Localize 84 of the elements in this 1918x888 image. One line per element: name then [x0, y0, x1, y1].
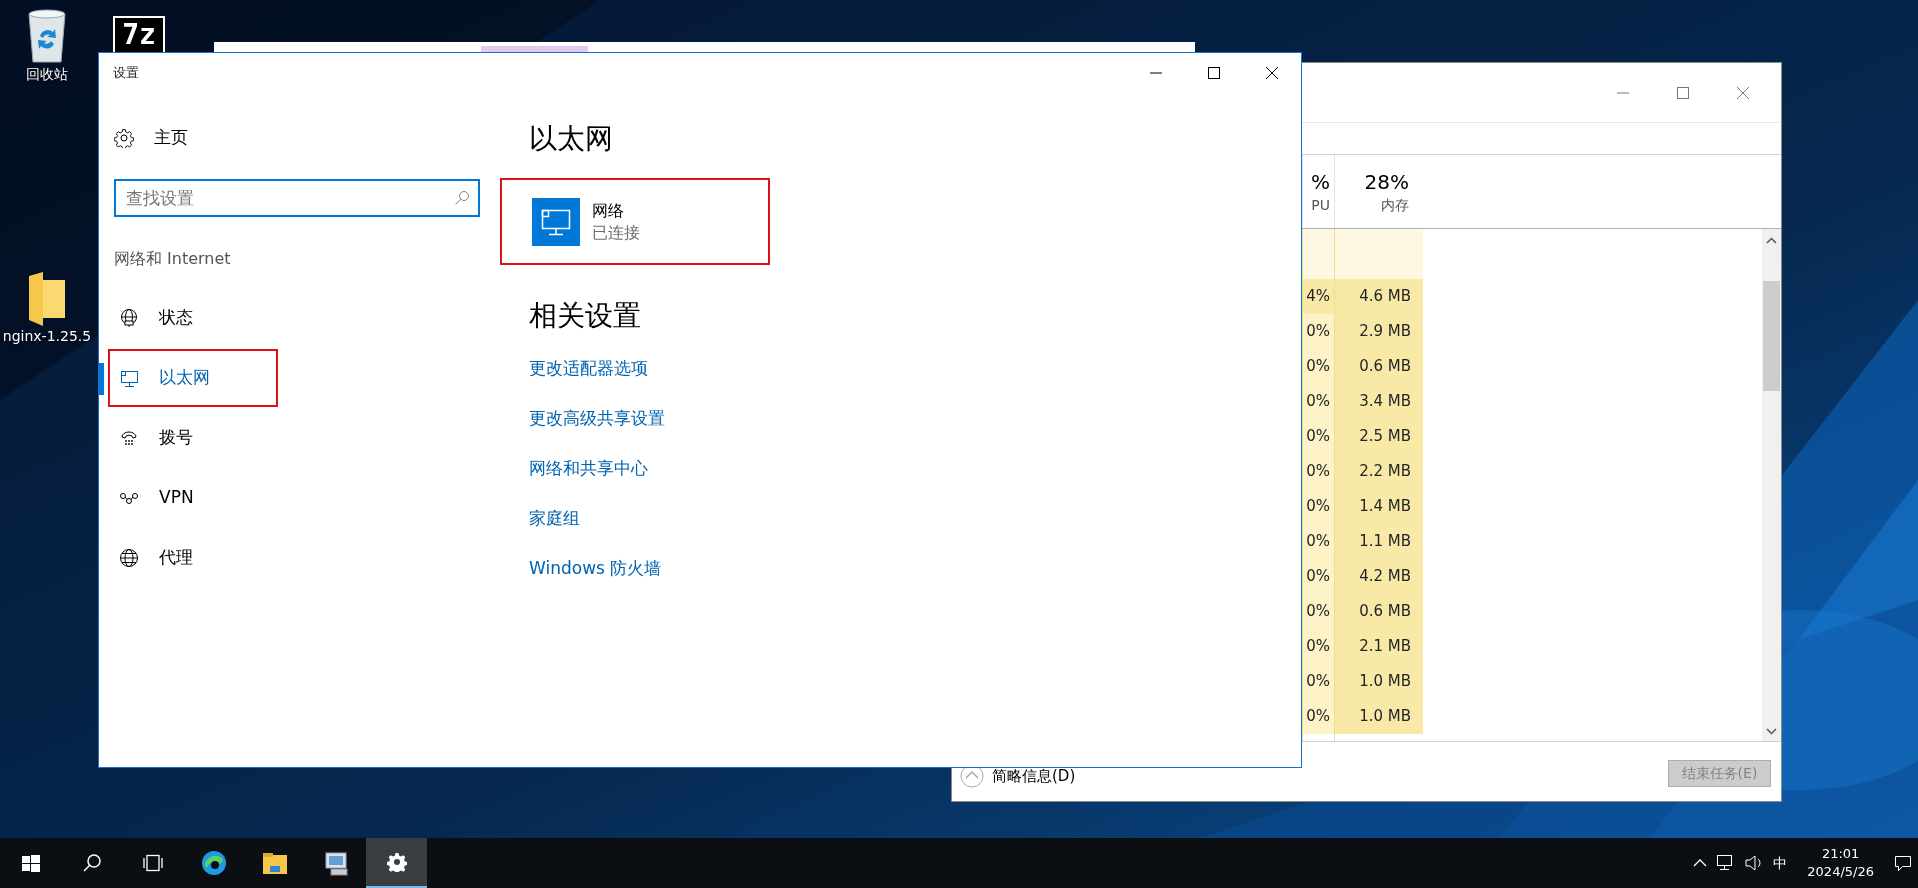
table-cell: 0% — [1303, 349, 1334, 384]
table-cell: 0% — [1303, 454, 1334, 489]
selection-indicator — [99, 363, 104, 395]
table-cell: 0.6 MB — [1335, 349, 1423, 384]
gear-icon — [114, 128, 134, 148]
search-icon — [454, 190, 470, 206]
section-heading: 相关设置 — [529, 298, 641, 334]
monitor-icon — [532, 197, 580, 246]
table-cell: 2.1 MB — [1335, 629, 1423, 664]
column-header[interactable]: 内存 — [1381, 195, 1409, 215]
settings-link[interactable]: 更改适配器选项 — [529, 356, 648, 380]
nav-item[interactable]: 拨号 — [108, 409, 278, 467]
connection-status: 已连接 — [592, 221, 640, 244]
settings-link[interactable]: 网络和共享中心 — [529, 456, 648, 480]
table-cell: 0% — [1303, 594, 1334, 629]
section-label: 网络和 Internet — [114, 248, 232, 270]
table-cell: 3.4 MB — [1335, 384, 1423, 419]
table-cell: 1.1 MB — [1335, 524, 1423, 559]
table-cell: 0% — [1303, 489, 1334, 524]
settings-link[interactable]: 更改高级共享设置 — [529, 406, 665, 430]
nav-item[interactable]: VPN — [108, 469, 278, 527]
table-cell: 0% — [1303, 314, 1334, 349]
network-name: 网络 — [592, 199, 625, 222]
table-cell: 2.5 MB — [1335, 419, 1423, 454]
table-cell: 1.4 MB — [1335, 489, 1423, 524]
notification-icon[interactable] — [1894, 854, 1912, 872]
icon-label: nginx-1.25.5 — [2, 327, 92, 346]
folder-icon — [261, 851, 288, 875]
window-title: 设置 — [113, 64, 139, 83]
nav-item[interactable]: 代理 — [108, 529, 278, 587]
table-cell: 0% — [1303, 664, 1334, 699]
table-cell: 0% — [1303, 384, 1334, 419]
minimize-icon — [1617, 91, 1629, 94]
globe-icon — [119, 548, 139, 568]
table-cell: 0% — [1303, 419, 1334, 454]
search-field[interactable]: 查找设置 — [114, 179, 480, 217]
globe-icon — [119, 308, 139, 328]
page-heading: 以太网 — [529, 121, 613, 157]
column-total: 28% — [1364, 169, 1409, 195]
folder-icon[interactable] — [27, 270, 67, 326]
taskbar-button[interactable] — [366, 838, 427, 888]
task-view-icon — [142, 854, 163, 872]
close-icon — [1737, 86, 1749, 99]
table-cell: 2.2 MB — [1335, 454, 1423, 489]
table-cell: 0% — [1303, 629, 1334, 664]
home-link[interactable]: 主页 — [114, 116, 194, 160]
network-tile[interactable]: 网络 已连接 — [500, 178, 770, 265]
table-cell: 0% — [1303, 524, 1334, 559]
speaker-icon[interactable] — [1745, 855, 1764, 871]
settings-link[interactable]: 家庭组 — [529, 506, 580, 530]
browser-icon — [200, 850, 227, 876]
gear-icon — [386, 852, 407, 872]
table-cell: 0% — [1303, 559, 1334, 594]
details-toggle[interactable]: 简略信息(D) — [960, 764, 1076, 788]
archive-icon[interactable]: 7z — [113, 16, 165, 52]
table-cell: 2.9 MB — [1335, 314, 1423, 349]
search-icon — [82, 854, 101, 872]
windows-logo-icon — [21, 854, 40, 872]
table-cell: 1.0 MB — [1335, 699, 1423, 734]
table-cell: 4.2 MB — [1335, 559, 1423, 594]
table-cell: 0% — [1303, 699, 1334, 734]
scroll-thumb[interactable] — [1763, 281, 1780, 391]
chevron-up-icon[interactable] — [1693, 858, 1708, 868]
column-total: % — [1311, 169, 1330, 195]
table-cell: 0.6 MB — [1335, 594, 1423, 629]
table-cell: 1.0 MB — [1335, 664, 1423, 699]
server-manager-icon — [322, 850, 349, 876]
column-header[interactable]: PU — [1311, 195, 1330, 215]
icon-label: 回收站 — [26, 65, 68, 84]
maximize-icon — [1677, 86, 1689, 99]
clock-time[interactable]: 21:01 — [1821, 845, 1860, 863]
phone-icon — [119, 428, 139, 448]
close-icon — [1266, 67, 1278, 79]
nav-item[interactable]: 状态 — [108, 289, 278, 347]
table-cell: 4% — [1303, 279, 1334, 314]
input-method-indicator[interactable]: 中 — [1773, 852, 1788, 874]
maximize-icon — [1208, 67, 1220, 79]
minimize-icon — [1150, 72, 1162, 74]
table-cell: 4.6 MB — [1335, 279, 1423, 314]
table-cell — [1303, 229, 1334, 279]
scrollbar[interactable] — [1762, 229, 1781, 741]
clock-date[interactable]: 2024/5/26 — [1807, 863, 1874, 881]
settings-link[interactable]: Windows 防火墙 — [529, 556, 662, 580]
monitor-icon — [119, 368, 139, 388]
